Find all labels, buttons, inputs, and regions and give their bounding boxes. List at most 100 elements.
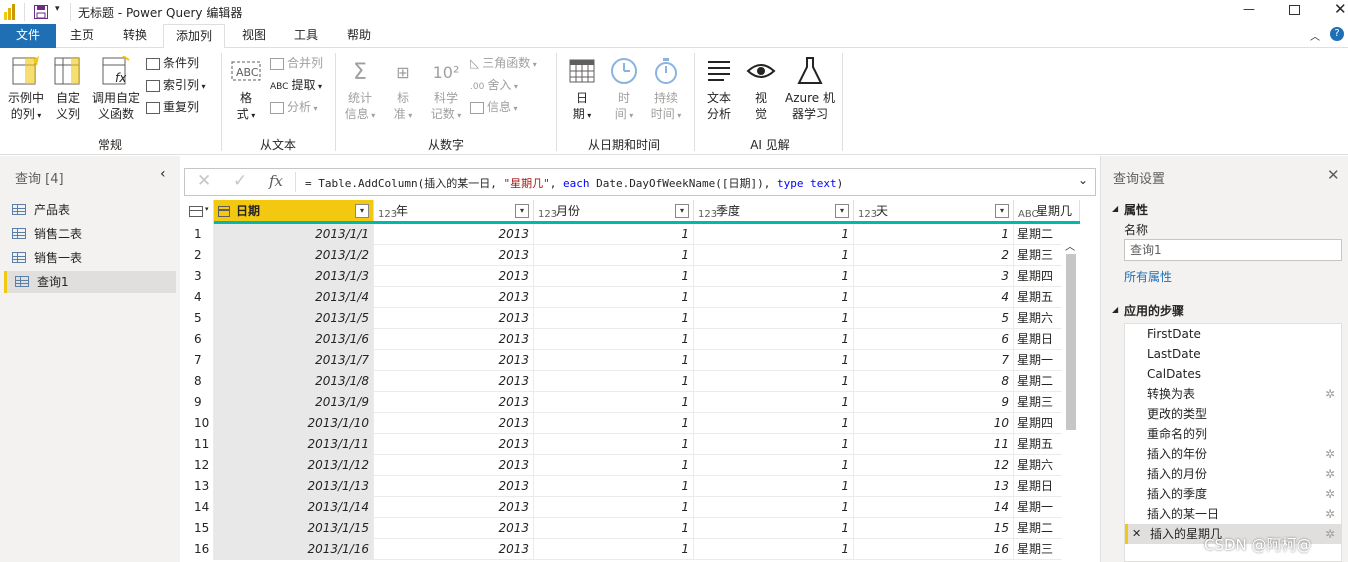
vision-button[interactable]: 视 觉 <box>744 56 778 122</box>
table-cell[interactable]: 2013/1/9 <box>214 392 374 413</box>
table-row[interactable]: 8 2013/1/8 2013 1 1 8 星期二 <box>184 371 1080 392</box>
table-cell[interactable]: 2013 <box>374 476 534 497</box>
table-cell[interactable]: 2 <box>854 245 1014 266</box>
tab-help[interactable]: 帮助 <box>337 24 381 48</box>
table-row[interactable]: 13 2013/1/13 2013 1 1 13 星期日 <box>184 476 1080 497</box>
quick-access-dropdown-icon[interactable]: ▾ <box>55 4 60 14</box>
tab-add-column[interactable]: 添加列 <box>163 24 225 49</box>
table-cell[interactable]: 1 <box>534 392 694 413</box>
format-button[interactable]: ABC 格 式 ▾ <box>228 56 264 124</box>
table-cell[interactable]: 1 <box>694 518 854 539</box>
info-button[interactable]: 信息 ▾ <box>470 97 518 117</box>
table-cell[interactable]: 2013 <box>374 455 534 476</box>
table-cell[interactable]: 2013/1/6 <box>214 329 374 350</box>
time-button[interactable]: 时 间 ▾ <box>606 56 642 124</box>
formula-text[interactable]: = Table.AddColumn(插入的某一日, "星期几", each Da… <box>305 175 843 191</box>
table-cell[interactable]: 13 <box>854 476 1014 497</box>
table-cell[interactable]: 12 <box>854 455 1014 476</box>
duration-button[interactable]: 持续 时间 ▾ <box>646 56 686 124</box>
table-row[interactable]: 15 2013/1/15 2013 1 1 15 星期二 <box>184 518 1080 539</box>
applied-step[interactable]: 插入的年份 ✲ <box>1125 444 1341 464</box>
step-settings-gear-icon[interactable]: ✲ <box>1325 484 1335 504</box>
table-cell[interactable]: 10 <box>854 413 1014 434</box>
table-cell[interactable]: 1 <box>694 308 854 329</box>
trigonometry-button[interactable]: ◺ 三角函数 ▾ <box>470 53 537 73</box>
restore-button[interactable] <box>1289 5 1300 15</box>
table-cell[interactable]: 1 <box>694 350 854 371</box>
duplicate-column-button[interactable]: 重复列 <box>146 97 199 117</box>
statistics-button[interactable]: Σ 统计 信息 ▾ <box>340 56 380 124</box>
vertical-scrollbar[interactable]: ︿ <box>1062 224 1080 562</box>
table-cell[interactable]: 1 <box>534 266 694 287</box>
step-settings-gear-icon[interactable]: ✲ <box>1325 384 1335 404</box>
table-cell[interactable]: 1 <box>694 392 854 413</box>
table-cell[interactable]: 1 <box>534 308 694 329</box>
query-item[interactable]: 销售一表 <box>4 247 176 269</box>
rounding-button[interactable]: .00 舍入 ▾ <box>470 75 518 95</box>
table-cell[interactable]: 1 <box>694 329 854 350</box>
table-cell[interactable]: 1 <box>534 518 694 539</box>
table-cell[interactable]: 1 <box>534 539 694 560</box>
table-cell[interactable]: 2013 <box>374 287 534 308</box>
table-cell[interactable]: 2013/1/11 <box>214 434 374 455</box>
table-cell[interactable]: 6 <box>854 329 1014 350</box>
conditional-column-button[interactable]: 条件列 <box>146 53 199 73</box>
table-cell[interactable]: 2013 <box>374 245 534 266</box>
commit-formula-icon[interactable]: ✓ <box>233 171 247 191</box>
table-cell[interactable]: 1 <box>694 266 854 287</box>
column-filter-dropdown-icon[interactable]: ▾ <box>995 204 1009 218</box>
table-cell[interactable]: 1 <box>694 539 854 560</box>
table-cell[interactable]: 2013 <box>374 266 534 287</box>
table-row[interactable]: 4 2013/1/4 2013 1 1 4 星期五 <box>184 287 1080 308</box>
table-cell[interactable]: 1 <box>694 245 854 266</box>
table-row[interactable]: 9 2013/1/9 2013 1 1 9 星期三 <box>184 392 1080 413</box>
table-cell[interactable]: 2013/1/2 <box>214 245 374 266</box>
table-cell[interactable]: 1 <box>694 497 854 518</box>
column-filter-dropdown-icon[interactable]: ▾ <box>355 204 369 218</box>
table-cell[interactable]: 2013 <box>374 350 534 371</box>
minimize-button[interactable]: — <box>1243 2 1255 16</box>
step-settings-gear-icon[interactable]: ✲ <box>1325 504 1335 524</box>
close-window-button[interactable]: ✕ <box>1334 0 1347 18</box>
table-cell[interactable]: 4 <box>854 287 1014 308</box>
table-row[interactable]: 2 2013/1/2 2013 1 1 2 星期三 <box>184 245 1080 266</box>
table-cell[interactable]: 1 <box>534 434 694 455</box>
fx-icon[interactable]: fx <box>269 172 283 190</box>
table-cell[interactable]: 14 <box>854 497 1014 518</box>
table-row[interactable]: 5 2013/1/5 2013 1 1 5 星期六 <box>184 308 1080 329</box>
tab-view[interactable]: 视图 <box>232 24 276 48</box>
index-column-button[interactable]: 索引列 ▾ <box>146 75 206 95</box>
table-cell[interactable]: 1 <box>694 413 854 434</box>
table-cell[interactable]: 9 <box>854 392 1014 413</box>
expand-formula-icon[interactable]: ⌄ <box>1078 173 1088 187</box>
collapse-pane-icon[interactable]: ‹ <box>160 166 166 182</box>
applied-step[interactable]: FirstDate <box>1125 324 1341 344</box>
table-row[interactable]: 7 2013/1/7 2013 1 1 7 星期一 <box>184 350 1080 371</box>
table-cell[interactable]: 1 <box>534 455 694 476</box>
table-row[interactable]: 11 2013/1/11 2013 1 1 11 星期五 <box>184 434 1080 455</box>
table-cell[interactable]: 2013/1/5 <box>214 308 374 329</box>
standard-button[interactable]: ⊞ 标 准 ▾ <box>386 56 420 124</box>
table-cell[interactable]: 2013/1/8 <box>214 371 374 392</box>
scroll-thumb[interactable] <box>1066 254 1076 430</box>
extract-button[interactable]: ABC 提取 ▾ <box>270 75 322 95</box>
table-cell[interactable]: 2013 <box>374 434 534 455</box>
table-cell[interactable]: 2013/1/16 <box>214 539 374 560</box>
applied-step[interactable]: 重命名的列 <box>1125 424 1341 444</box>
table-cell[interactable]: 2013 <box>374 224 534 245</box>
table-cell[interactable]: 1 <box>694 287 854 308</box>
merge-columns-button[interactable]: 合并列 <box>270 53 323 73</box>
collapse-properties-icon[interactable]: ◢ <box>1112 204 1118 213</box>
collapse-steps-icon[interactable]: ◢ <box>1112 305 1118 314</box>
table-cell[interactable]: 2013 <box>374 308 534 329</box>
parse-button[interactable]: 分析 ▾ <box>270 97 318 117</box>
step-settings-gear-icon[interactable]: ✲ <box>1325 444 1335 464</box>
table-cell[interactable]: 16 <box>854 539 1014 560</box>
table-cell[interactable]: 2013 <box>374 392 534 413</box>
table-cell[interactable]: 2013 <box>374 413 534 434</box>
applied-step[interactable]: 更改的类型 <box>1125 404 1341 424</box>
applied-step[interactable]: 插入的某一日 ✲ <box>1125 504 1341 524</box>
table-cell[interactable]: 11 <box>854 434 1014 455</box>
table-cell[interactable]: 1 <box>534 287 694 308</box>
applied-step[interactable]: 插入的月份 ✲ <box>1125 464 1341 484</box>
